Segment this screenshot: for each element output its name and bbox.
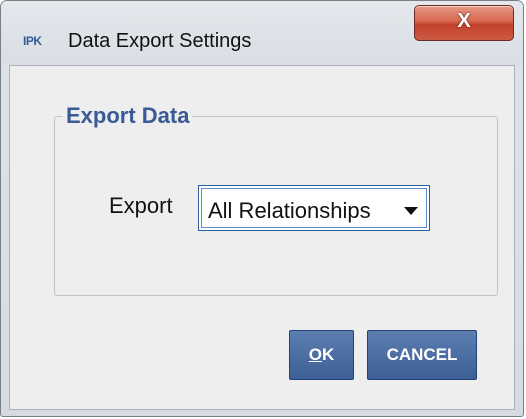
chevron-down-icon[interactable]: [404, 207, 418, 215]
app-logo: IPK: [23, 34, 42, 48]
ok-button[interactable]: OK: [289, 330, 354, 380]
export-data-group: Export Data Export All Relationships: [54, 103, 498, 296]
export-select-value: All Relationships: [208, 198, 371, 223]
close-button[interactable]: X: [414, 5, 514, 41]
dialog-window: IPK Data Export Settings X Export Data E…: [0, 0, 524, 417]
cancel-button[interactable]: CANCEL: [367, 330, 477, 380]
ok-label-rest: K: [321, 345, 335, 364]
dialog-content: Export Data Export All Relationships OK …: [9, 65, 515, 410]
group-title: Export Data: [63, 103, 193, 129]
export-select-focus-ring: All Relationships: [201, 188, 427, 228]
export-select[interactable]: All Relationships: [198, 185, 430, 231]
close-icon: X: [457, 10, 471, 32]
title-bar: IPK Data Export Settings X: [1, 1, 523, 65]
window-title: Data Export Settings: [68, 30, 252, 52]
ok-mnemonic: O: [308, 345, 322, 364]
export-label: Export: [109, 193, 173, 218]
